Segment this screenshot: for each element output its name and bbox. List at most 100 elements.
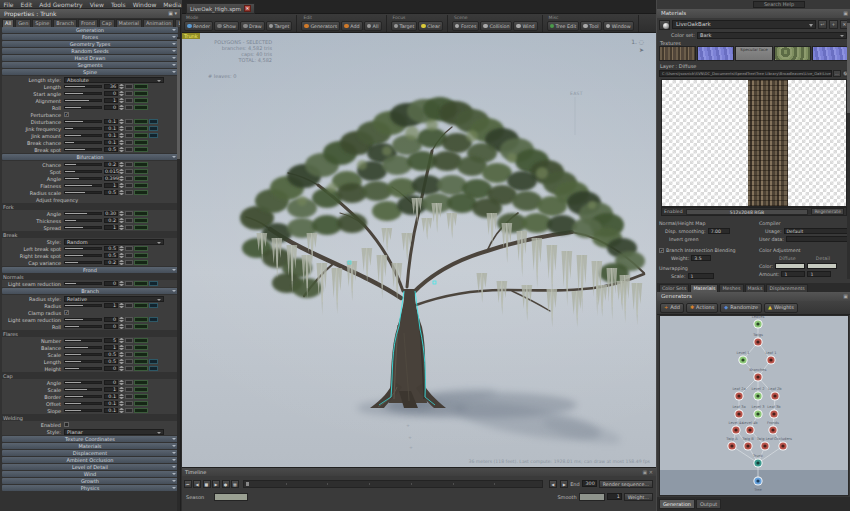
variance-curve-button[interactable] (149, 359, 158, 365)
properties-tab-spine[interactable]: Spine (32, 19, 52, 27)
tool-button[interactable]: Tool (580, 21, 601, 31)
generator-node-leaf-3b[interactable]: Leaf 3b (767, 405, 781, 419)
generator-node-trunk[interactable]: Trunk (752, 454, 764, 468)
generator-node-level-4a[interactable]: Level 4a (728, 421, 743, 435)
option-box[interactable] (125, 91, 133, 97)
property-value-field[interactable]: 0 (104, 380, 118, 386)
option-box[interactable] (125, 246, 133, 252)
light-widget-icon[interactable]: 1. ◌➤ (631, 38, 644, 54)
materials-tab-masks[interactable]: Masks (745, 284, 766, 292)
property-slider[interactable] (64, 163, 102, 166)
stop-button[interactable]: ■ (203, 480, 211, 488)
option-box[interactable] (125, 401, 133, 407)
timeline-panel-icons[interactable]: ▣ ✕ (642, 468, 653, 476)
generator-node-level-4b[interactable]: Level 4b (742, 421, 758, 435)
option-box[interactable] (125, 359, 133, 365)
materials-tab-color-sets[interactable]: Color Sets (659, 284, 689, 292)
properties-scrollbar[interactable] (177, 37, 180, 511)
property-slider[interactable] (64, 409, 102, 412)
generator-node-level-1[interactable]: Level 1 (737, 351, 750, 365)
end-value-field[interactable]: 300 (582, 480, 597, 487)
target-button[interactable]: Target (391, 21, 418, 31)
menu-view[interactable]: View (86, 1, 107, 8)
smooth-box[interactable] (579, 493, 605, 501)
materials-tab-displacements[interactable]: Displacements (766, 284, 807, 292)
property-value-field[interactable]: 1 (104, 387, 118, 393)
target-button[interactable]: Target (266, 21, 293, 31)
materials-tab-materials[interactable]: Materials (690, 284, 718, 292)
generator-node-leaf-2a[interactable]: Leaf 2a (732, 387, 745, 401)
property-value-field[interactable]: 1 (104, 98, 118, 104)
texture-path-field[interactable]: C:\Users\jsosnick\SVN\DC_Documents\Speed… (659, 70, 832, 77)
all-button[interactable]: All (364, 21, 382, 31)
bib-weight-field[interactable]: 3.5 (691, 255, 711, 261)
section-bifurcation[interactable]: Bifurcation (2, 154, 178, 160)
option-box[interactable] (125, 225, 133, 231)
spinner[interactable] (119, 303, 124, 309)
option-box[interactable] (125, 253, 133, 259)
spinner[interactable] (119, 366, 124, 372)
properties-tab-animation[interactable]: Animation (143, 19, 175, 27)
material-add-button[interactable]: + (829, 20, 838, 29)
curve-editor-button[interactable] (134, 147, 148, 153)
property-value-field[interactable]: 1 (104, 225, 118, 231)
curve-editor-button[interactable] (134, 352, 148, 358)
curve-editor-button[interactable] (134, 317, 148, 323)
spinner[interactable] (119, 162, 124, 168)
property-slider[interactable] (64, 388, 102, 391)
property-slider[interactable] (64, 92, 102, 95)
record-button[interactable]: ● (222, 480, 230, 488)
property-dropdown[interactable]: Planar (64, 429, 164, 435)
regenerate-button[interactable]: Regenerate (811, 208, 844, 215)
property-slider[interactable] (64, 325, 102, 328)
option-box[interactable] (125, 218, 133, 224)
property-value-field[interactable]: 36 (104, 84, 118, 90)
add-button[interactable]: Add (341, 21, 362, 31)
spinner[interactable] (119, 338, 124, 344)
option-box[interactable] (125, 105, 133, 111)
variance-curve-button[interactable] (149, 126, 158, 132)
property-dropdown[interactable]: Relative (64, 296, 164, 302)
spinner[interactable] (119, 359, 124, 365)
option-box[interactable] (125, 352, 133, 358)
property-value-field[interactable]: 0.5 (104, 147, 118, 153)
property-slider[interactable] (64, 381, 102, 384)
generator-node-leaf-2b[interactable]: Leaf 2b (768, 387, 782, 401)
texture-thumb-specular[interactable]: Specular face (735, 46, 772, 61)
spinner[interactable] (119, 380, 124, 386)
search-help-field[interactable]: Search Help (753, 1, 805, 8)
property-checkbox[interactable] (64, 422, 69, 427)
spinner[interactable] (119, 387, 124, 393)
curve-editor-button[interactable] (134, 260, 148, 266)
section-random-seeds[interactable]: Random Seeds (2, 48, 178, 54)
spinner[interactable] (119, 84, 124, 90)
spinner[interactable] (119, 105, 124, 111)
play-button[interactable]: ▶ (212, 480, 220, 488)
option-box[interactable] (125, 119, 133, 125)
property-slider[interactable] (64, 120, 102, 123)
property-checkbox[interactable]: ✓ (64, 112, 69, 117)
property-value-field[interactable]: 0.015 (104, 169, 118, 175)
generator-node-twig-leaf[interactable]: Twig Leaf (756, 437, 774, 451)
properties-tab-material[interactable]: Material (116, 19, 142, 27)
option-box[interactable] (125, 408, 133, 414)
spinner[interactable] (119, 246, 124, 252)
property-value-field[interactable]: 0.1 (104, 119, 118, 125)
spinner[interactable] (119, 317, 124, 323)
section-hand-drawn[interactable]: Hand Drawn (2, 55, 178, 61)
option-box[interactable] (125, 394, 133, 400)
usage-select[interactable]: Default (784, 228, 849, 234)
curve-editor-button[interactable] (134, 380, 148, 386)
browse-button[interactable]: ... (833, 70, 841, 77)
option-box[interactable] (125, 260, 133, 266)
properties-tab-frond[interactable]: Frond (78, 19, 98, 27)
generators-pin-icon[interactable]: ▣ (843, 292, 848, 301)
property-value-field[interactable]: 0.5 (104, 246, 118, 252)
section-ambient-occlusion[interactable]: Ambient Occlusion (2, 457, 178, 463)
spinner[interactable] (119, 183, 124, 189)
render-sequence-button[interactable]: Render sequence... (599, 480, 653, 488)
properties-tab-gen[interactable]: Gen (15, 19, 31, 27)
curve-editor-button[interactable] (134, 345, 148, 351)
playhead[interactable] (246, 482, 249, 486)
property-value-field[interactable]: 0.2 (104, 218, 118, 224)
